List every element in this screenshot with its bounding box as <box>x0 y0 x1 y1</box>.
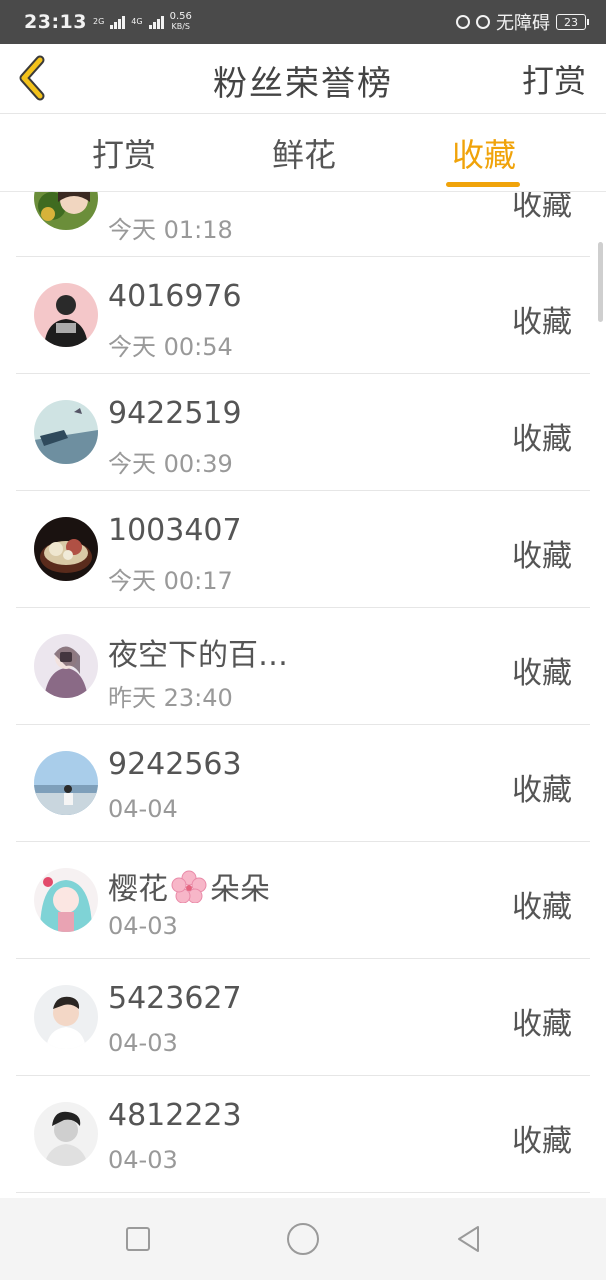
fan-action-label: 收藏 <box>512 422 572 457</box>
status-bar: 23:13 2G 4G 0.56 KB/S 无障碍 23 <box>0 0 606 44</box>
recents-button[interactable] <box>121 1222 155 1256</box>
avatar[interactable] <box>34 1102 98 1166</box>
list-item[interactable]: 4016976 今天 00:54 收藏 <box>16 257 590 374</box>
painting-landscape-avatar-icon <box>34 400 98 464</box>
list-item[interactable]: 樱花 朵朵 04-03 收藏 <box>16 842 590 959</box>
anime-girl-avatar-icon <box>34 192 98 230</box>
triangle-back-icon <box>458 1226 479 1252</box>
list-item[interactable]: 1003407 今天 00:17 收藏 <box>16 491 590 608</box>
fan-time: 今天 00:54 <box>108 333 233 361</box>
list-item[interactable]: 9242563 04-04 收藏 <box>16 725 590 842</box>
battery-icon: 23 <box>556 14 589 30</box>
fan-time: 今天 01:18 <box>108 216 233 244</box>
circle-icon <box>287 1223 319 1255</box>
status-time: 23:13 <box>24 11 87 33</box>
reward-button[interactable]: 打赏 <box>522 56 586 102</box>
avatar[interactable] <box>34 192 98 230</box>
list-item[interactable]: 夜空下的百… 昨天 23:40 收藏 <box>16 608 590 725</box>
fan-name: 1003407 <box>108 513 242 548</box>
home-button[interactable] <box>286 1222 320 1256</box>
fan-name-prefix: 樱花 <box>108 872 168 907</box>
person-black-shirt-avatar-icon <box>34 283 98 347</box>
cherry-blossom-icon <box>171 870 207 904</box>
fan-action-label: 收藏 <box>512 1124 572 1159</box>
status-right: 无障碍 23 <box>456 9 589 35</box>
fan-time: 04-04 <box>108 795 178 823</box>
scrollbar[interactable] <box>598 242 603 322</box>
page-title: 粉丝荣誉榜 <box>213 64 393 104</box>
system-nav-bar <box>0 1198 606 1280</box>
square-icon <box>126 1227 150 1251</box>
fan-time: 今天 00:17 <box>108 567 233 595</box>
fan-time: 04-03 <box>108 1146 178 1174</box>
avatar[interactable] <box>34 634 98 698</box>
active-tab-indicator <box>446 182 520 187</box>
fan-time: 04-03 <box>108 1029 178 1057</box>
fan-time: 今天 00:39 <box>108 450 233 478</box>
food-bowl-avatar-icon <box>34 517 98 581</box>
back-nav-button[interactable] <box>452 1222 486 1256</box>
avatar[interactable] <box>34 868 98 932</box>
tab-reward[interactable]: 打赏 <box>64 130 184 176</box>
fan-name: 4812223 <box>108 1098 242 1133</box>
signal-icon-2 <box>148 15 164 29</box>
list-item[interactable]: 今天 01:18 收藏 <box>16 192 590 257</box>
tab-flowers[interactable]: 鲜花 <box>244 130 364 176</box>
network-type-label: 2G <box>92 17 105 26</box>
status-left: 23:13 2G 4G 0.56 KB/S <box>24 11 192 33</box>
fan-time: 昨天 23:40 <box>108 684 233 712</box>
lock-rotation-icon <box>456 15 470 29</box>
fan-list[interactable]: 今天 01:18 收藏 4016976 今天 00:54 收藏 9422519 … <box>0 192 606 1198</box>
avatar[interactable] <box>34 751 98 815</box>
list-item[interactable]: 9422519 今天 00:39 收藏 <box>16 374 590 491</box>
alarm-icon <box>476 15 490 29</box>
fan-name: 9242563 <box>108 747 242 782</box>
fan-action-label: 收藏 <box>512 656 572 691</box>
tab-favorites[interactable]: 收藏 <box>424 130 544 176</box>
fan-time: 04-03 <box>108 912 178 940</box>
avatar[interactable] <box>34 517 98 581</box>
list-item[interactable]: 4812223 04-03 收藏 <box>16 1076 590 1193</box>
fan-name: 4016976 <box>108 279 242 314</box>
accessibility-label: 无障碍 <box>496 13 550 34</box>
beach-person-avatar-icon <box>34 751 98 815</box>
fan-name: 5423627 <box>108 981 242 1016</box>
network-speed: 0.56 KB/S <box>170 12 192 32</box>
signal-icon <box>110 15 126 29</box>
speed-value: 0.56 <box>169 11 192 22</box>
speed-unit: KB/S <box>171 22 190 31</box>
fan-name: 樱花 朵朵 <box>108 864 270 908</box>
fan-action-label: 收藏 <box>512 1007 572 1042</box>
man-bw-avatar-icon <box>34 1102 98 1166</box>
fan-name-suffix: 朵朵 <box>210 872 270 907</box>
list-item[interactable]: 5423627 04-03 收藏 <box>16 959 590 1076</box>
anime-character-avatar-icon <box>34 868 98 932</box>
fan-action-label: 收藏 <box>512 539 572 574</box>
fan-action-label: 收藏 <box>512 773 572 808</box>
app-header: 粉丝荣誉榜 打赏 <box>0 44 606 114</box>
fan-action-label: 收藏 <box>512 305 572 340</box>
fan-list-content: 今天 01:18 收藏 4016976 今天 00:54 收藏 9422519 … <box>0 192 606 1193</box>
tab-bar: 打赏 鲜花 收藏 <box>0 114 606 192</box>
fan-action-label: 收藏 <box>512 192 572 223</box>
young-man-avatar-icon <box>34 985 98 1049</box>
girl-selfie-avatar-icon <box>34 634 98 698</box>
fan-name: 夜空下的百… <box>108 638 288 673</box>
avatar[interactable] <box>34 283 98 347</box>
battery-level: 23 <box>564 15 578 29</box>
avatar[interactable] <box>34 400 98 464</box>
fan-name: 9422519 <box>108 396 242 431</box>
fan-action-label: 收藏 <box>512 890 572 925</box>
avatar[interactable] <box>34 985 98 1049</box>
network-type-label-2: 4G <box>131 17 143 26</box>
